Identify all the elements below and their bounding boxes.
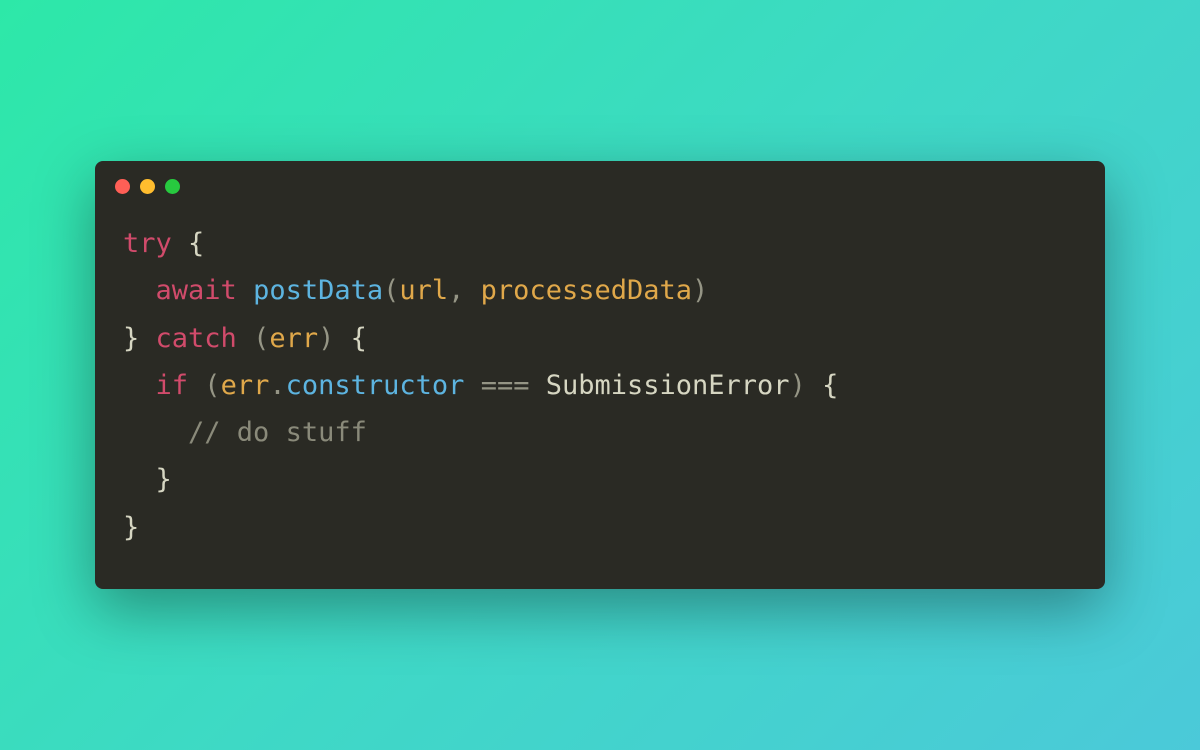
code-token [123,275,156,306]
code-token: } [123,323,139,354]
code-line: } [123,456,1077,503]
code-line: // do stuff [123,409,1077,456]
code-token: { [806,370,839,401]
code-token [464,370,480,401]
code-token: if [156,370,189,401]
code-token: } [123,512,139,543]
code-line: if (err.constructor === SubmissionError)… [123,362,1077,409]
code-token: err [221,370,270,401]
code-line: } catch (err) { [123,315,1077,362]
code-token: SubmissionError [546,370,790,401]
code-content: try { await postData(url, processedData)… [95,202,1105,561]
code-token [123,464,156,495]
code-token [237,275,253,306]
code-token [123,417,188,448]
code-token [123,370,156,401]
code-token: === [481,370,530,401]
maximize-icon[interactable] [165,179,180,194]
code-token: ) [692,275,708,306]
code-token: ) [318,323,334,354]
code-token: try [123,228,172,259]
code-line: await postData(url, processedData) [123,267,1077,314]
code-token [188,370,204,401]
code-token: ( [253,323,269,354]
code-token [139,323,155,354]
code-token: processedData [481,275,692,306]
minimize-icon[interactable] [140,179,155,194]
code-token [529,370,545,401]
code-token: constructor [286,370,465,401]
code-token: , [448,275,481,306]
code-line: try { [123,220,1077,267]
code-token: // do stuff [188,417,367,448]
code-token: { [334,323,367,354]
code-token: url [399,275,448,306]
code-token: { [172,228,205,259]
code-token [237,323,253,354]
code-token: await [156,275,237,306]
code-token: ) [790,370,806,401]
code-line: } [123,504,1077,551]
code-token: ( [204,370,220,401]
close-icon[interactable] [115,179,130,194]
window-title-bar [95,161,1105,202]
code-token: } [156,464,172,495]
code-editor-window: try { await postData(url, processedData)… [95,161,1105,589]
code-token: catch [156,323,237,354]
code-token: ( [383,275,399,306]
code-token: . [269,370,285,401]
code-token: err [269,323,318,354]
code-token: postData [253,275,383,306]
